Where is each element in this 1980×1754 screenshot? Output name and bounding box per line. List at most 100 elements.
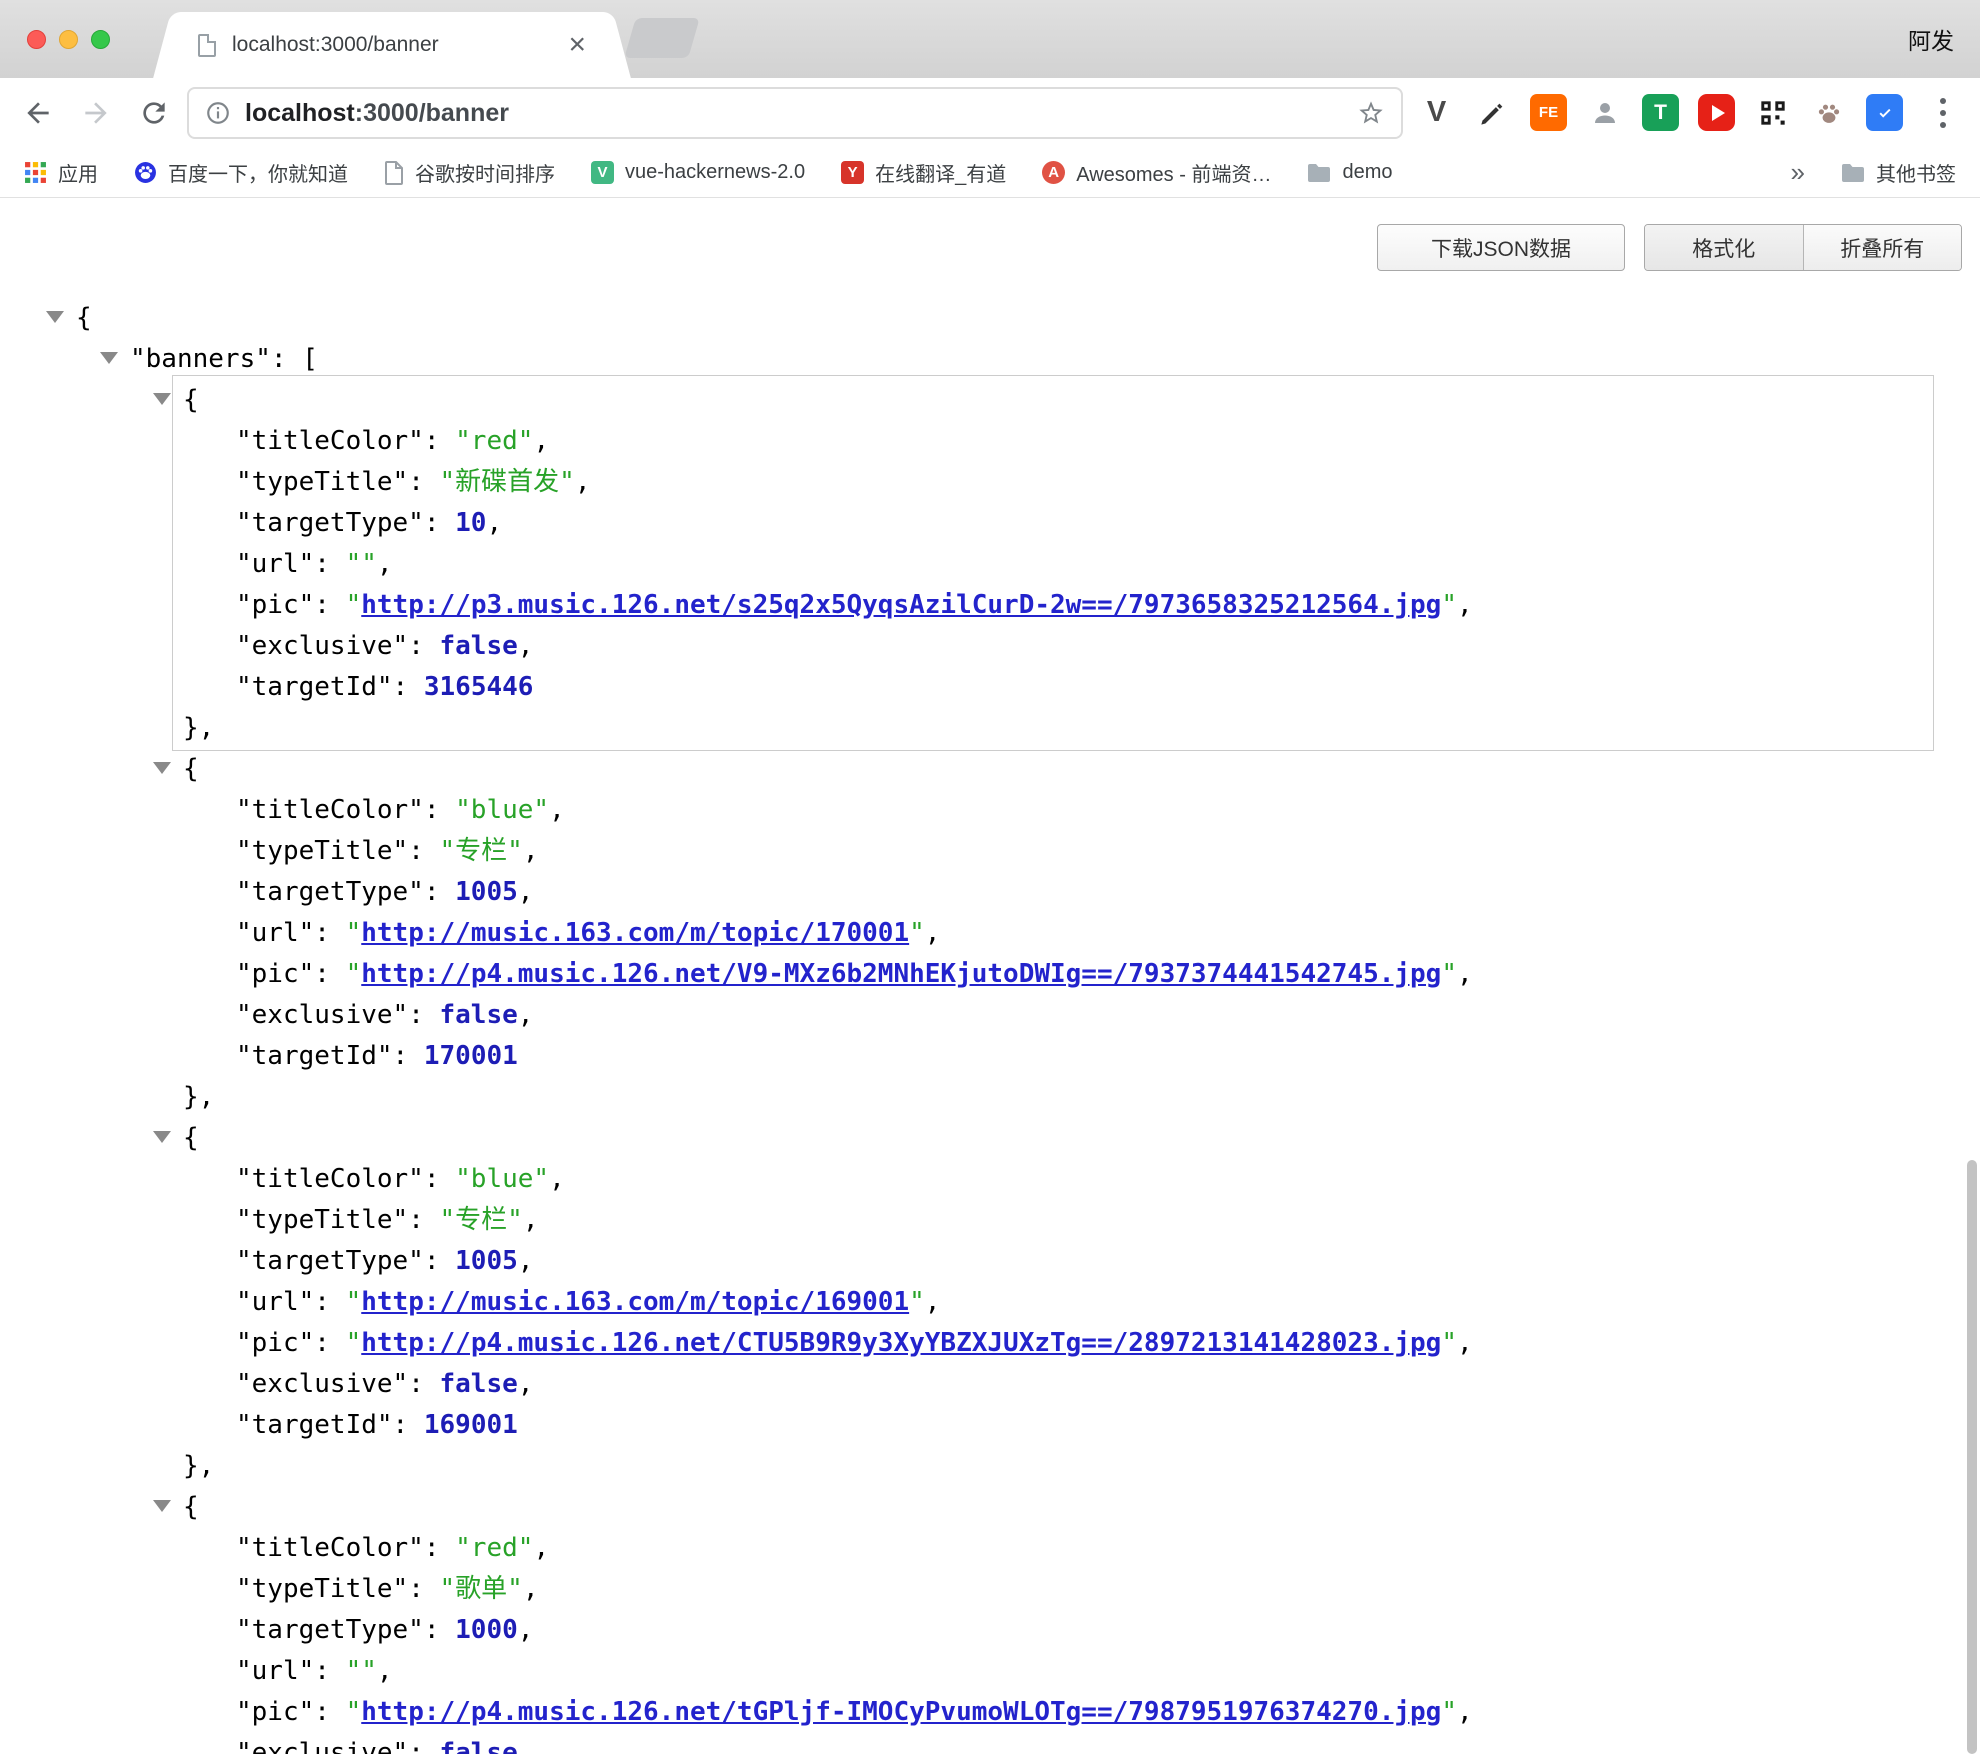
json-close-brace: }, [183, 1082, 214, 1112]
bookmark-star-icon[interactable] [1357, 99, 1385, 127]
json-colon: : [271, 344, 302, 374]
json-colon: : [424, 508, 455, 538]
json-number-value: 170001 [424, 1041, 518, 1071]
collapse-arrow-icon[interactable] [153, 393, 171, 405]
json-open-brace: { [183, 1123, 199, 1153]
collapse-arrow-icon[interactable] [100, 352, 118, 364]
bookmark-item-other-bookmarks[interactable]: 其他书签 [1841, 158, 1956, 187]
vimium-extension-icon[interactable]: V [1418, 94, 1455, 131]
bookmark-item-apps[interactable]: 应用 [24, 158, 98, 187]
json-line: "titleColor": "red", [0, 421, 1980, 462]
json-link[interactable]: http://p3.music.126.net/s25q2x5QyqsAzilC… [361, 590, 1441, 620]
json-open-brace: { [183, 754, 199, 784]
json-boolean-value: false [440, 631, 518, 661]
json-string-value: "" [346, 549, 377, 579]
json-line: "url": "http://music.163.com/m/topic/169… [0, 1282, 1980, 1323]
collapse-all-button[interactable]: 折叠所有 [1804, 225, 1962, 270]
window-zoom-button[interactable] [91, 30, 110, 49]
json-line: { [0, 749, 1980, 790]
json-comma: , [925, 1287, 941, 1317]
json-comma: , [523, 1574, 539, 1604]
json-line: "exclusive": false [0, 1733, 1980, 1754]
translator-pen-extension-icon[interactable] [1474, 94, 1511, 131]
json-colon: : [408, 1369, 439, 1399]
json-key: "url" [236, 549, 314, 579]
fe-extension-icon[interactable]: FE [1530, 94, 1567, 131]
paw-extension-icon[interactable] [1810, 94, 1847, 131]
youtube-extension-icon[interactable] [1698, 94, 1735, 131]
json-colon: : [314, 1287, 345, 1317]
green-extension-icon[interactable]: T [1642, 94, 1679, 131]
format-collapse-toggle: 格式化 折叠所有 [1644, 224, 1962, 271]
collapse-arrow-icon[interactable] [153, 1500, 171, 1512]
json-open-brace: { [183, 385, 199, 415]
json-link[interactable]: http://music.163.com/m/topic/169001 [361, 1287, 909, 1317]
json-colon: : [314, 590, 345, 620]
back-icon[interactable] [22, 97, 54, 129]
json-colon: : [424, 426, 455, 456]
json-key: "exclusive" [236, 1000, 408, 1030]
json-link[interactable]: http://p4.music.126.net/CTU5B9R9y3XyYBZX… [361, 1328, 1441, 1358]
json-line: "exclusive": false, [0, 1364, 1980, 1405]
collapse-arrow-icon[interactable] [46, 311, 64, 323]
json-line: { [0, 298, 1980, 339]
json-number-value: 1000 [455, 1615, 518, 1645]
bookmark-item-baidu[interactable]: 百度一下，你就知道 [134, 158, 348, 187]
page-info-icon[interactable] [205, 100, 231, 126]
json-boolean-value: false [440, 1369, 518, 1399]
reload-icon[interactable] [138, 97, 170, 129]
json-key: "targetType" [236, 508, 424, 538]
format-button[interactable]: 格式化 [1645, 225, 1804, 270]
json-string-value: "blue" [455, 795, 549, 825]
json-link[interactable]: http://p4.music.126.net/V9-MXz6b2MNhEKju… [361, 959, 1441, 989]
json-line: "url": "", [0, 1651, 1980, 1692]
json-quote: " [1441, 959, 1457, 989]
json-quote: " [346, 1697, 362, 1727]
browser-tab[interactable]: localhost:3000/banner × [176, 12, 608, 78]
json-comma: , [377, 1656, 393, 1686]
bookmark-item-youdao[interactable]: Y 在线翻译_有道 [841, 158, 1006, 187]
people-extension-icon[interactable] [1586, 94, 1623, 131]
json-colon: : [393, 672, 424, 702]
download-json-button[interactable]: 下载JSON数据 [1377, 224, 1625, 271]
json-number-value: 3165446 [424, 672, 534, 702]
json-line: "targetId": 3165446 [0, 667, 1980, 708]
json-line: { [0, 1118, 1980, 1159]
json-open-bracket: [ [302, 344, 318, 374]
browser-menu-icon[interactable] [1940, 98, 1948, 128]
json-line: "typeTitle": "新碟首发", [0, 462, 1980, 503]
window-minimize-button[interactable] [59, 30, 78, 49]
collapse-arrow-icon[interactable] [153, 1131, 171, 1143]
vertical-scrollbar[interactable] [1967, 1160, 1977, 1754]
json-link[interactable]: http://music.163.com/m/topic/170001 [361, 918, 909, 948]
bookmark-label: 在线翻译_有道 [875, 158, 1006, 187]
json-key: "targetType" [236, 1246, 424, 1276]
json-comma: , [486, 508, 502, 538]
bookmarks-bar: 应用 百度一下，你就知道 谷歌按时间排序 V vue-hackernews-2.… [0, 148, 1980, 198]
address-bar[interactable]: localhost:3000/banner [187, 87, 1403, 139]
json-key: "targetType" [236, 1615, 424, 1645]
json-quote: " [346, 959, 362, 989]
tab-close-icon[interactable]: × [568, 30, 586, 60]
json-key: "titleColor" [236, 1164, 424, 1194]
json-link[interactable]: http://p4.music.126.net/tGPljf-IMOCyPvum… [361, 1697, 1441, 1727]
bookmarks-overflow-chevron[interactable]: » [1791, 157, 1805, 188]
json-comma: , [518, 1246, 534, 1276]
forward-icon[interactable] [80, 97, 112, 129]
json-comma: , [925, 918, 941, 948]
collapse-arrow-icon[interactable] [153, 762, 171, 774]
json-number-value: 169001 [424, 1410, 518, 1440]
qr-code-extension-icon[interactable] [1754, 94, 1791, 131]
bookmark-item-google-sort[interactable]: 谷歌按时间排序 [384, 158, 555, 187]
json-number-value: 10 [455, 508, 486, 538]
bookmark-item-demo-folder[interactable]: demo [1307, 161, 1392, 184]
bookmark-item-vue-hackernews[interactable]: V vue-hackernews-2.0 [591, 161, 805, 184]
shield-extension-icon[interactable] [1866, 94, 1903, 131]
bookmark-item-awesomes[interactable]: A Awesomes - 前端资… [1042, 158, 1271, 187]
window-close-button[interactable] [27, 30, 46, 49]
json-line: "exclusive": false, [0, 995, 1980, 1036]
json-comma: , [523, 1205, 539, 1235]
json-key: "url" [236, 1287, 314, 1317]
profile-name[interactable]: 阿发 [1908, 22, 1954, 56]
new-tab-button[interactable] [624, 18, 699, 58]
